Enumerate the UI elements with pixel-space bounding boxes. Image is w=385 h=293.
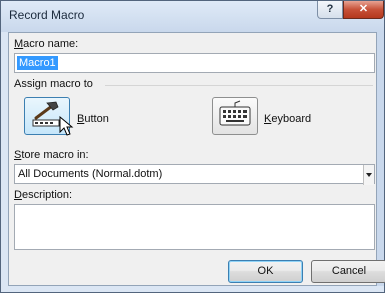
macro-name-value: Macro1 bbox=[17, 56, 58, 70]
macro-name-label: Macro name: bbox=[14, 38, 79, 50]
description-textarea[interactable] bbox=[14, 204, 375, 250]
store-macro-label: Store macro in: bbox=[14, 149, 89, 161]
keyboard-icon bbox=[219, 100, 251, 126]
macro-name-input[interactable]: Macro1 bbox=[14, 53, 375, 73]
assign-macro-group-label: Assign macro to bbox=[14, 78, 93, 90]
dialog-body: Macro name: Macro1 Assign macro to Butto… bbox=[8, 32, 385, 286]
ok-button[interactable]: OK bbox=[228, 260, 303, 283]
chevron-down-icon[interactable] bbox=[363, 165, 374, 185]
dialog-title: Record Macro bbox=[9, 8, 85, 22]
store-macro-select[interactable]: All Documents (Normal.dotm) bbox=[14, 164, 375, 185]
description-label: Description: bbox=[14, 189, 73, 201]
close-button[interactable]: ✕ bbox=[343, 1, 384, 19]
group-separator bbox=[105, 85, 373, 86]
mouse-cursor-icon bbox=[59, 116, 74, 136]
store-macro-selected-value: All Documents (Normal.dotm) bbox=[18, 168, 163, 180]
title-bar[interactable]: Record Macro ? ✕ bbox=[1, 1, 384, 32]
window-frame-edge bbox=[377, 32, 384, 286]
assign-button-label: Button bbox=[77, 113, 109, 125]
cancel-button[interactable]: Cancel bbox=[311, 260, 385, 283]
assign-button-button[interactable] bbox=[24, 97, 74, 136]
assign-keyboard-label: Keyboard bbox=[264, 113, 312, 125]
help-button[interactable]: ? bbox=[317, 1, 343, 19]
record-macro-dialog: Record Macro ? ✕ Macro name: Macro1 Assi… bbox=[0, 0, 385, 293]
assign-keyboard-button[interactable] bbox=[212, 97, 258, 135]
